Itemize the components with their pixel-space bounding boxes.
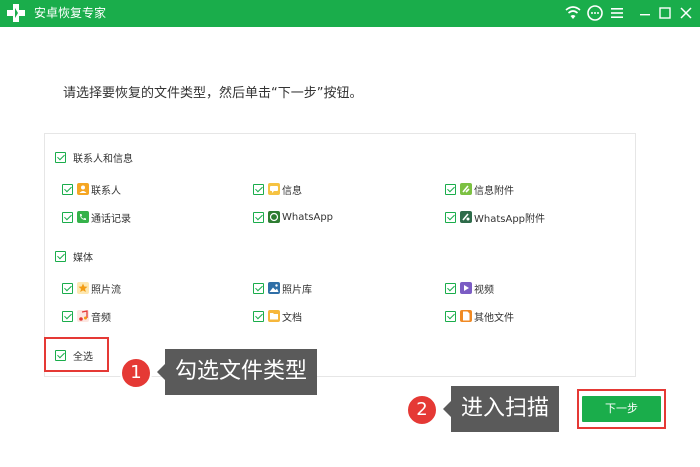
item-photo-library[interactable]: 照片库 (253, 280, 312, 296)
item-documents-checkbox[interactable] (253, 310, 264, 322)
item-messages[interactable]: 信息 (253, 181, 302, 197)
minimize-icon[interactable] (636, 4, 654, 22)
file-icon (460, 310, 472, 322)
title-bar: 安卓恢复专家 (0, 0, 700, 27)
group-media-checkbox[interactable] (55, 250, 66, 262)
item-contacts-checkbox[interactable] (62, 183, 73, 195)
item-contacts[interactable]: 联系人 (62, 181, 121, 197)
callout-1-number: 1 (120, 357, 152, 389)
photo-library-icon (268, 282, 280, 294)
item-message-attachments[interactable]: 信息附件 (445, 181, 514, 197)
item-whatsapp-attachments-checkbox[interactable] (445, 211, 456, 223)
item-audio-label: 音频 (91, 312, 111, 324)
item-videos-label: 视频 (474, 284, 494, 296)
item-photo-library-checkbox[interactable] (253, 282, 264, 294)
message-icon (268, 183, 280, 195)
group-media-label: 媒体 (73, 252, 93, 264)
group-contacts-info-checkbox[interactable] (55, 151, 66, 163)
item-whatsapp-attachments[interactable]: WhatsApp附件 (445, 209, 545, 225)
contacts-icon (77, 183, 89, 195)
item-videos-checkbox[interactable] (445, 282, 456, 294)
photo-stream-icon (77, 282, 89, 294)
item-whatsapp-attachments-label: WhatsApp附件 (474, 213, 546, 225)
next-button-highlight (577, 389, 666, 429)
item-whatsapp-checkbox[interactable] (253, 211, 264, 223)
attachment-icon (460, 183, 472, 195)
item-contacts-label: 联系人 (91, 185, 121, 197)
group-contacts-info[interactable]: 联系人和信息 (55, 149, 133, 165)
music-icon (77, 310, 89, 322)
item-whatsapp-label: WhatsApp (282, 211, 334, 223)
item-documents-label: 文档 (282, 312, 302, 324)
group-media[interactable]: 媒体 (55, 248, 93, 264)
chat-icon[interactable] (586, 4, 604, 22)
item-other-files-checkbox[interactable] (445, 310, 456, 322)
item-other-files[interactable]: 其他文件 (445, 308, 514, 324)
select-all-highlight (44, 337, 109, 372)
item-photo-library-label: 照片库 (282, 284, 312, 296)
group-contacts-info-label: 联系人和信息 (73, 153, 133, 165)
item-audio-checkbox[interactable] (62, 310, 73, 322)
instruction-text: 请选择要恢复的文件类型，然后单击“下一步”按钮。 (63, 86, 363, 101)
item-call-history-checkbox[interactable] (62, 211, 73, 223)
item-message-attachments-checkbox[interactable] (445, 183, 456, 195)
item-photo-stream-label: 照片流 (91, 284, 121, 296)
callout-1-text: 勾选文件类型 (156, 349, 318, 395)
maximize-icon[interactable] (656, 4, 674, 22)
item-messages-checkbox[interactable] (253, 183, 264, 195)
item-photo-stream[interactable]: 照片流 (62, 280, 121, 296)
item-message-attachments-label: 信息附件 (474, 185, 514, 197)
item-call-history[interactable]: 通话记录 (62, 209, 131, 225)
phone-icon (77, 211, 89, 223)
folder-icon (268, 310, 280, 322)
item-videos[interactable]: 视频 (445, 280, 494, 296)
video-icon (460, 282, 472, 294)
whatsapp-attachment-icon (460, 211, 472, 223)
whatsapp-icon (268, 211, 280, 223)
app-title: 安卓恢复专家 (34, 6, 107, 20)
app-plus-logo-icon (7, 4, 25, 22)
item-documents[interactable]: 文档 (253, 308, 302, 324)
item-whatsapp[interactable]: WhatsApp (253, 209, 333, 225)
close-icon[interactable] (677, 4, 695, 22)
item-photo-stream-checkbox[interactable] (62, 282, 73, 294)
item-messages-label: 信息 (282, 185, 302, 197)
item-other-files-label: 其他文件 (474, 312, 514, 324)
callout-2-number: 2 (406, 394, 438, 426)
file-type-panel (44, 133, 636, 377)
callout-2-text: 进入扫描 (442, 386, 560, 432)
wifi-icon[interactable] (564, 4, 582, 22)
item-call-history-label: 通话记录 (91, 213, 131, 225)
item-audio[interactable]: 音频 (62, 308, 111, 324)
menu-icon[interactable] (608, 4, 626, 22)
